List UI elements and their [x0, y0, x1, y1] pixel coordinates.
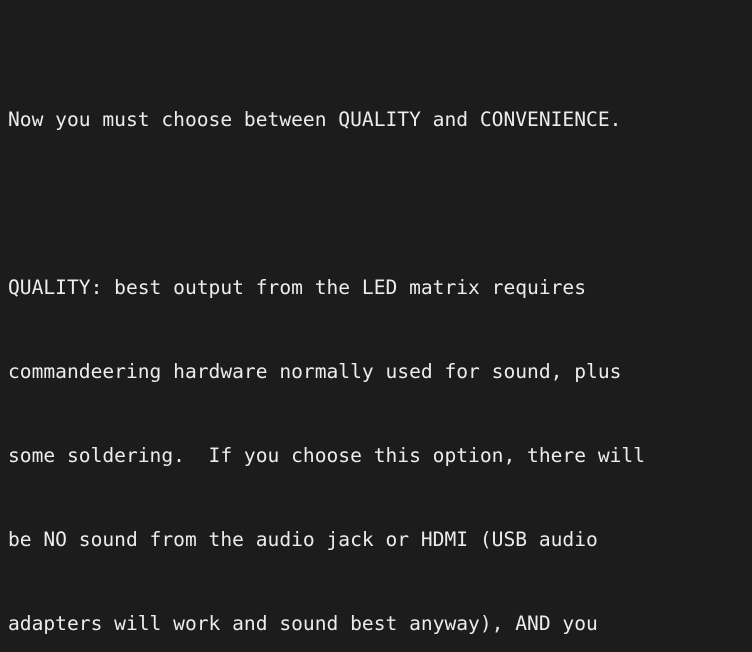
terminal-window[interactable]: Now you must choose between QUALITY and … [0, 0, 752, 652]
output-line: adapters will work and sound best anyway… [8, 612, 598, 635]
output-line: QUALITY: best output from the LED matrix… [8, 276, 587, 299]
output-line: commandeering hardware normally used for… [8, 360, 622, 383]
output-line-blank [8, 190, 752, 218]
terminal-output: Now you must choose between QUALITY and … [8, 22, 752, 652]
output-line: Now you must choose between QUALITY and … [8, 108, 622, 131]
output-line: some soldering. If you choose this optio… [8, 444, 646, 467]
output-line: be NO sound from the audio jack or HDMI … [8, 528, 598, 551]
